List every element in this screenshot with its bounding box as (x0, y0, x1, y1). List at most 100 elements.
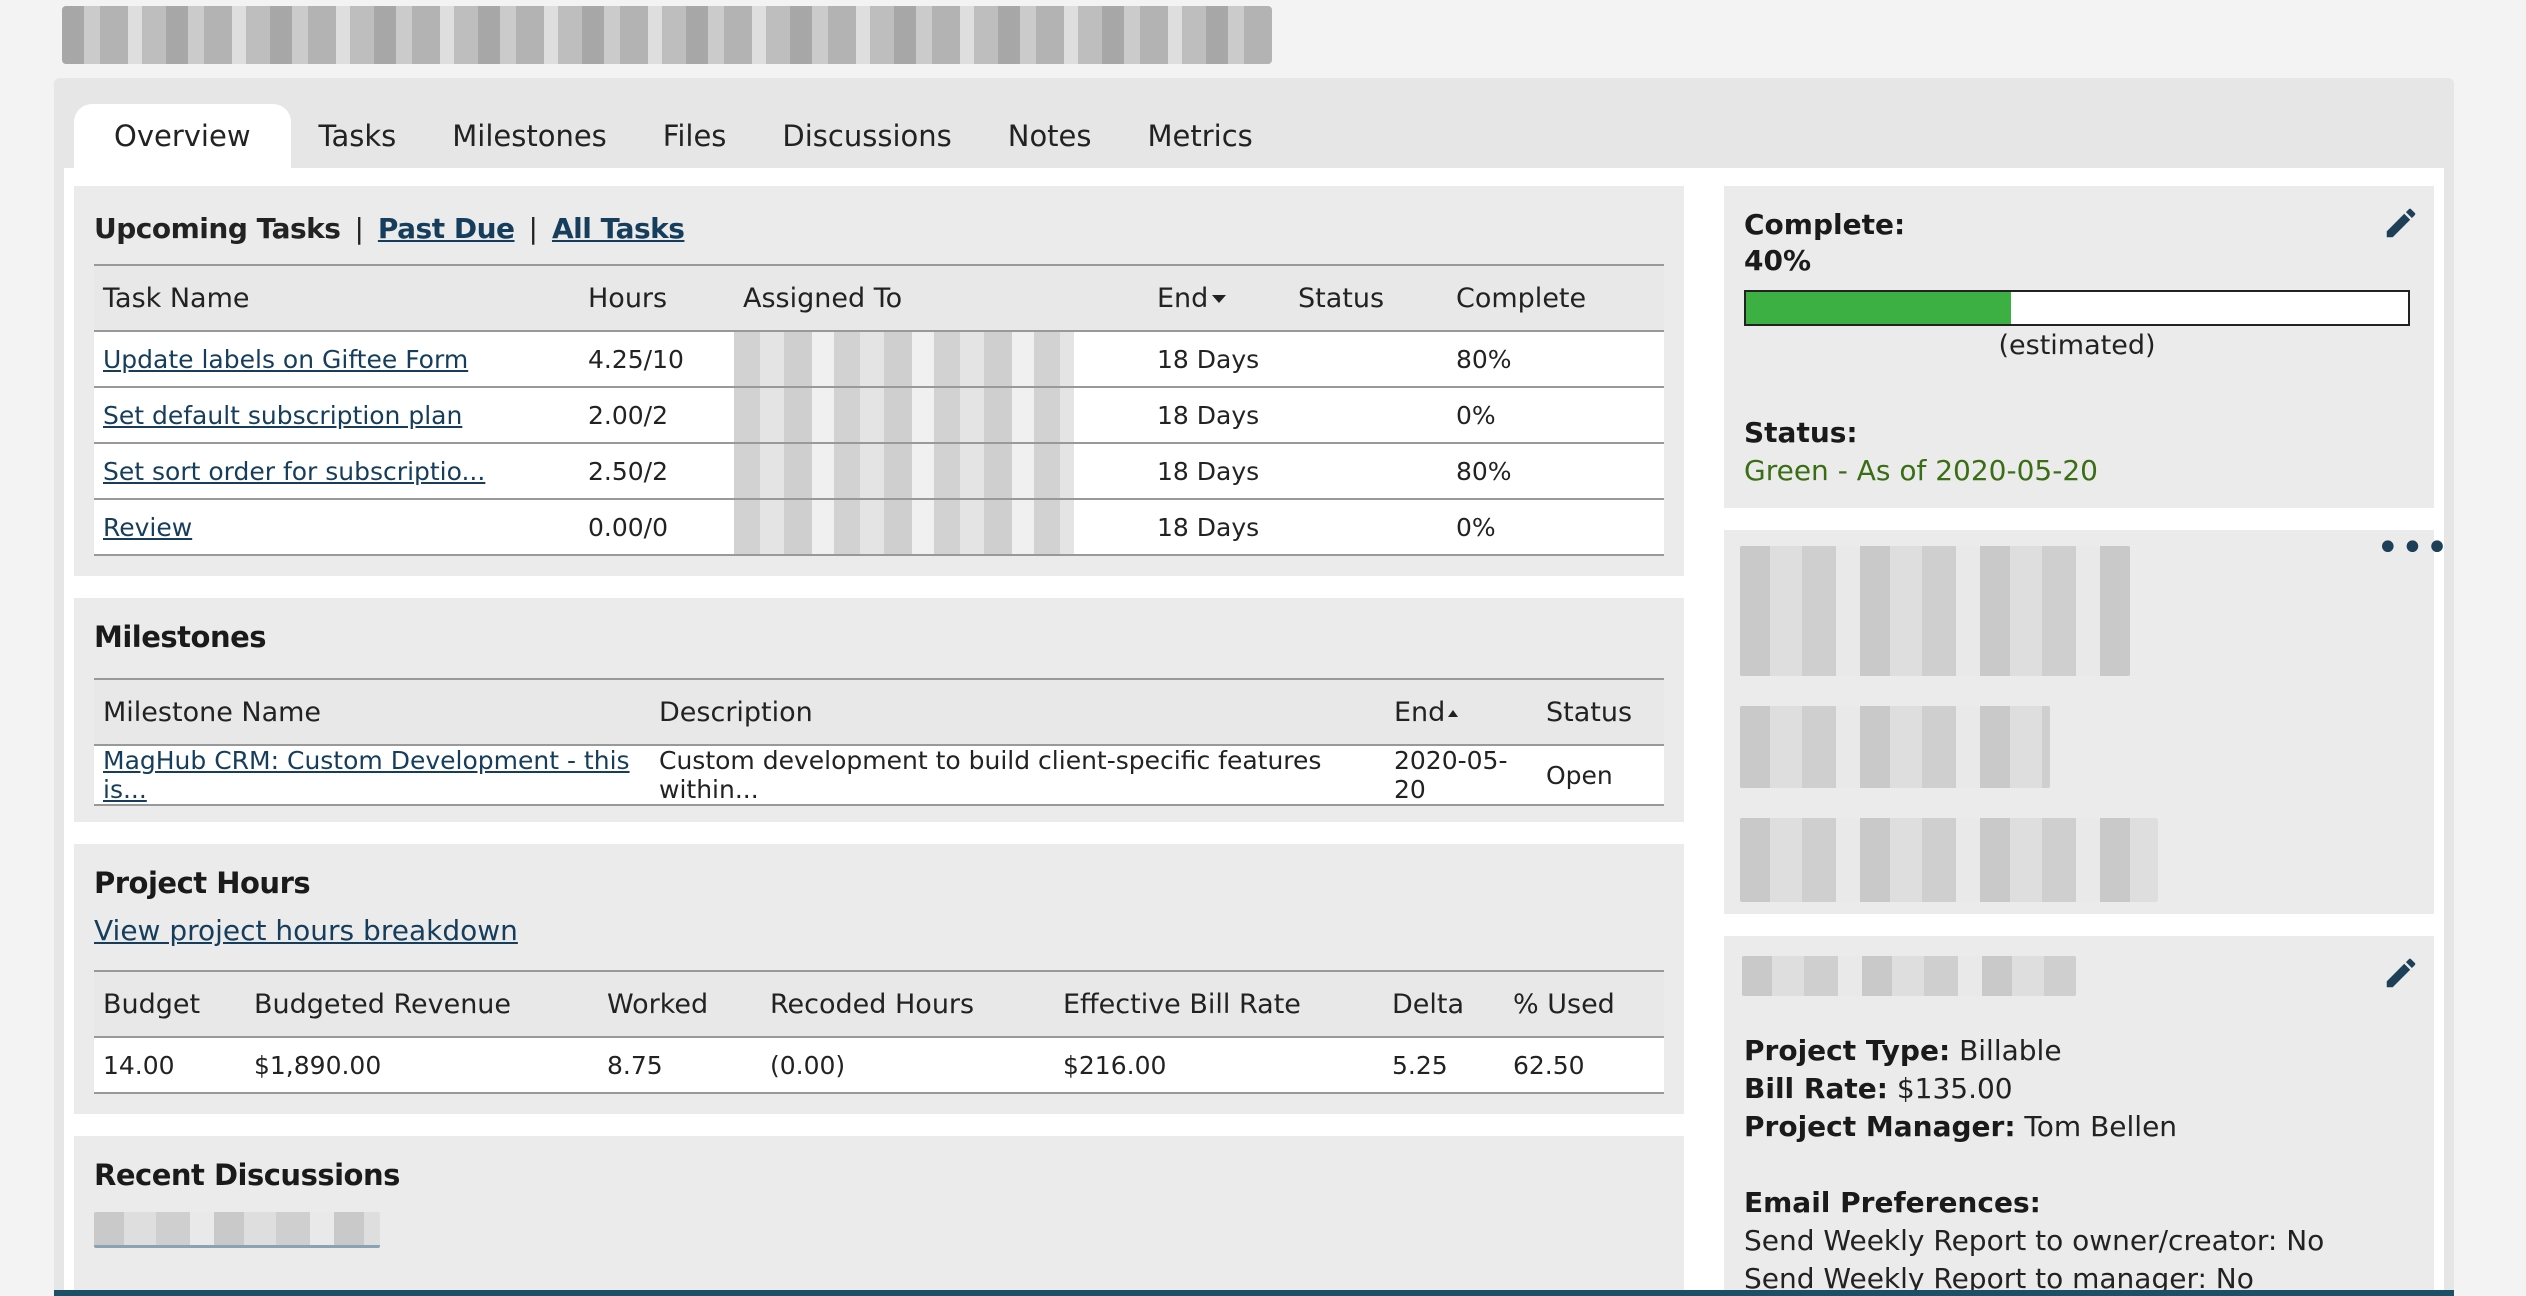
ellipsis-icon[interactable]: ••• (2376, 528, 2450, 568)
col-status[interactable]: Status (1289, 264, 1447, 332)
past-due-link[interactable]: Past Due (378, 212, 515, 245)
task-status (1289, 499, 1447, 556)
separator: | (528, 212, 538, 245)
team-member-redacted (1740, 706, 2050, 788)
overview-content: Upcoming Tasks | Past Due | All Tasks Ta… (64, 168, 2449, 1296)
tab-tasks[interactable]: Tasks (291, 104, 425, 168)
bottom-accent-line (54, 1290, 2454, 1296)
status-label: Status: (1744, 416, 1858, 449)
milestone-description: Custom development to build client-speci… (650, 745, 1385, 806)
table-row: Review 0.00/0 18 Days 0% (94, 499, 1664, 556)
table-row: Set sort order for subscriptio... 2.50/2… (94, 443, 1664, 500)
assignee-redacted (734, 388, 1074, 442)
all-tasks-link[interactable]: All Tasks (552, 212, 685, 245)
task-complete: 80% (1447, 331, 1664, 388)
col-delta: Delta (1383, 970, 1504, 1038)
table-row: 14.00 $1,890.00 8.75 (0.00) $216.00 5.25… (94, 1037, 1664, 1094)
estimated-note: (estimated) (1998, 330, 2156, 361)
col-assigned-to[interactable]: Assigned To (734, 264, 1148, 332)
assignee-redacted (734, 332, 1074, 386)
col-worked: Worked (598, 970, 761, 1038)
col-task-name[interactable]: Task Name (94, 264, 579, 332)
tab-overview[interactable]: Overview (74, 104, 291, 168)
sort-up-icon (1448, 709, 1459, 717)
table-row: MagHub CRM: Custom Development - this is… (94, 745, 1664, 806)
progress-bar (1744, 290, 2410, 326)
task-link[interactable]: Set sort order for subscriptio... (103, 457, 485, 486)
percent-used-value: 62.50 (1504, 1037, 1664, 1094)
project-manager-value: Tom Bellen (2024, 1110, 2178, 1143)
task-link[interactable]: Update labels on Giftee Form (103, 345, 468, 374)
tab-metrics[interactable]: Metrics (1120, 104, 1281, 168)
sort-down-icon (1212, 295, 1227, 303)
worked-value: 8.75 (598, 1037, 761, 1094)
task-hours: 4.25/10 (579, 331, 734, 388)
col-percent-used: % Used (1504, 970, 1664, 1038)
email-preferences-label: Email Preferences: (1744, 1186, 2041, 1219)
milestone-link[interactable]: MagHub CRM: Custom Development - this is… (103, 746, 630, 804)
task-end: 18 Days (1148, 443, 1289, 500)
col-end-label: End (1157, 282, 1209, 314)
recent-discussions-panel: Recent Discussions (74, 1136, 1684, 1296)
project-hours-table: Budget Budgeted Revenue Worked Recoded H… (94, 970, 1664, 1094)
project-details-panel: Project Type: Billable Bill Rate: $135.0… (1724, 936, 2434, 1296)
col-milestone-status[interactable]: Status (1537, 678, 1664, 746)
team-member-redacted (1740, 546, 2130, 676)
client-name-redacted (1742, 956, 2076, 996)
project-overview-shell: Overview Tasks Milestones Files Discussi… (54, 78, 2454, 1296)
recent-discussions-heading: Recent Discussions (94, 1158, 400, 1192)
col-complete[interactable]: Complete (1447, 264, 1664, 332)
task-complete: 0% (1447, 499, 1664, 556)
task-status (1289, 331, 1447, 388)
project-hours-heading: Project Hours (94, 866, 311, 900)
task-link[interactable]: Set default subscription plan (103, 401, 462, 430)
complete-label: Complete: (1744, 208, 1906, 241)
task-complete: 0% (1447, 387, 1664, 444)
project-title-redacted (62, 6, 1272, 64)
task-hours: 2.00/2 (579, 387, 734, 444)
col-milestone-end[interactable]: End (1385, 678, 1537, 746)
col-milestone-name[interactable]: Milestone Name (94, 678, 650, 746)
recoded-hours-value: (0.00) (761, 1037, 1054, 1094)
delta-value: 5.25 (1383, 1037, 1504, 1094)
project-status-panel: Complete: 40% (estimated) Status: Green … (1724, 186, 2434, 508)
progress-fill (1746, 292, 2011, 324)
project-type-value: Billable (1959, 1034, 2062, 1067)
milestone-status: Open (1537, 745, 1664, 806)
table-row: Set default subscription plan 2.00/2 18 … (94, 387, 1664, 444)
tab-milestones[interactable]: Milestones (424, 104, 635, 168)
status-value: Green - As of 2020-05-20 (1744, 454, 2098, 487)
pencil-icon[interactable] (2382, 204, 2420, 242)
col-milestone-end-label: End (1394, 696, 1446, 728)
tab-bar: Overview Tasks Milestones Files Discussi… (74, 104, 1281, 168)
task-end: 18 Days (1148, 331, 1289, 388)
team-member-redacted (1740, 818, 2158, 902)
task-status (1289, 443, 1447, 500)
upcoming-tasks-table: Task Name Hours Assigned To End Status C… (94, 264, 1664, 556)
discussion-link-redacted[interactable] (94, 1212, 380, 1248)
task-link[interactable]: Review (103, 513, 192, 542)
project-manager-label: Project Manager: (1744, 1110, 2016, 1143)
milestones-panel: Milestones Milestone Name Description En… (74, 598, 1684, 822)
budget-value: 14.00 (94, 1037, 245, 1094)
tab-discussions[interactable]: Discussions (754, 104, 979, 168)
col-description[interactable]: Description (650, 678, 1385, 746)
milestones-table: Milestone Name Description End Status Ma… (94, 678, 1664, 806)
assignee-redacted (734, 444, 1074, 498)
bill-rate-row: Bill Rate: $135.00 (1744, 1070, 2324, 1108)
project-hours-breakdown-link[interactable]: View project hours breakdown (94, 914, 518, 947)
task-hours: 0.00/0 (579, 499, 734, 556)
tab-notes[interactable]: Notes (980, 104, 1120, 168)
table-row: Update labels on Giftee Form 4.25/10 18 … (94, 331, 1664, 388)
tab-files[interactable]: Files (635, 104, 755, 168)
upcoming-tasks-heading: Upcoming Tasks (94, 212, 341, 245)
col-end[interactable]: End (1148, 264, 1289, 332)
separator: | (354, 212, 364, 245)
project-type-row: Project Type: Billable (1744, 1032, 2324, 1070)
pencil-icon[interactable] (2382, 954, 2420, 992)
project-manager-row: Project Manager: Tom Bellen (1744, 1108, 2324, 1146)
milestone-end: 2020-05-20 (1385, 745, 1537, 806)
col-hours[interactable]: Hours (579, 264, 734, 332)
task-hours: 2.50/2 (579, 443, 734, 500)
project-type-label: Project Type: (1744, 1034, 1951, 1067)
